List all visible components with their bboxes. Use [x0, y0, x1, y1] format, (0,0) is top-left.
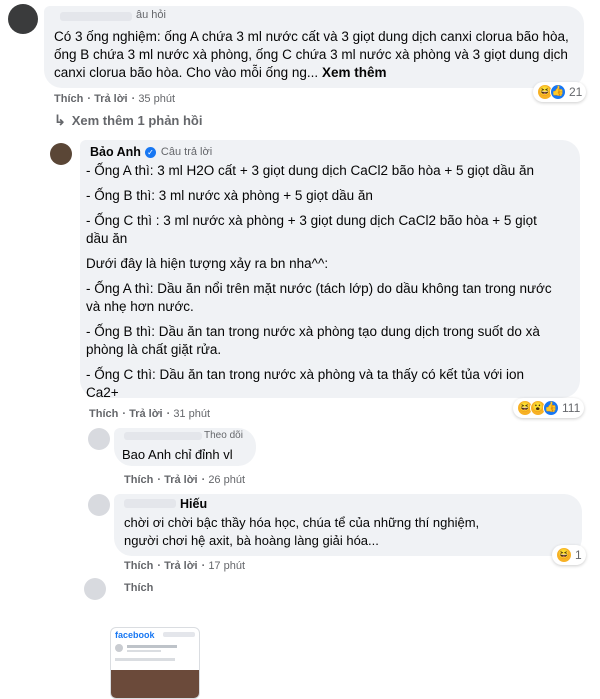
- author-name[interactable]: Hiếu: [180, 497, 207, 511]
- like-icon: 👍: [550, 84, 566, 100]
- comment-text: Có 3 ống nghiệm: ống A chứa 3 ml nước cấ…: [54, 28, 579, 82]
- reply-line: dầu ăn: [86, 231, 128, 246]
- reply-line: - Ống B thì: 3 ml nước xà phòng + 5 giọt…: [86, 188, 373, 203]
- like-icon: 👍: [543, 400, 559, 416]
- reply-line: người chơi hệ axit, bà hoàng làng giải h…: [124, 533, 379, 548]
- thumbnail-avatar: [115, 644, 123, 652]
- like-button[interactable]: Thích: [124, 582, 153, 594]
- author-badge: âu hỏi: [136, 9, 166, 21]
- haha-icon: 😆: [556, 547, 572, 563]
- reply-bubble: Hiếu chời ơi chời bậc thầy hóa học, chúa…: [114, 494, 582, 556]
- reply-actions: Thích · Trả lời · 26 phút: [124, 474, 246, 486]
- reply-button[interactable]: Trả lời: [164, 474, 198, 486]
- reply-line: chời ơi chời bậc thầy hóa học, chúa tể c…: [124, 515, 480, 530]
- like-button[interactable]: Thích: [54, 93, 83, 105]
- follow-link[interactable]: Theo dõi: [204, 430, 243, 441]
- timestamp[interactable]: 17 phút: [208, 560, 245, 572]
- reaction-count: 21: [569, 85, 583, 99]
- comment-bubble: âu hỏi Có 3 ống nghiệm: ống A chứa 3 ml …: [44, 6, 584, 88]
- like-button[interactable]: Thích: [89, 408, 118, 420]
- reply-line: - Ống C thì : 3 ml nước xà phòng + 3 giọ…: [86, 213, 537, 228]
- reply-line: - Ống A thì: 3 ml H2O cất + 3 giọt dung …: [86, 163, 535, 178]
- timestamp[interactable]: 35 phút: [138, 93, 175, 105]
- timestamp[interactable]: 31 phút: [173, 408, 210, 420]
- thumbnail-lines: [127, 645, 177, 648]
- thumbnail-lines: [115, 658, 175, 661]
- author-name-blurred: [124, 432, 202, 440]
- reply-body: chời ơi chời bậc thầy hóa học, chúa tể c…: [124, 514, 574, 550]
- comment-body: Có 3 ống nghiệm: ống A chứa 3 ml nước cấ…: [54, 29, 569, 80]
- reply-bubble: Bảo Anh ✓ Câu trả lời - Ống A thì: 3 ml …: [80, 140, 580, 400]
- reply-bubble: Theo dõi Bao Anh chỉ đỉnh vl: [114, 428, 256, 466]
- reply-text: Bao Anh chỉ đỉnh vl: [122, 447, 233, 462]
- reply-actions: Thích · Trả lời · 17 phút: [124, 560, 246, 572]
- avatar[interactable]: [84, 578, 106, 600]
- author-name[interactable]: Bảo Anh: [90, 145, 141, 159]
- author-name-blurred: [60, 12, 132, 21]
- author-badge: Câu trả lời: [160, 146, 213, 158]
- timestamp[interactable]: 26 phút: [208, 474, 245, 486]
- view-more-replies[interactable]: ↳ Xem thêm 1 phản hồi: [54, 112, 202, 129]
- reply-actions: Thích: [124, 582, 157, 594]
- reaction-summary[interactable]: 😆 1: [552, 545, 586, 565]
- like-button[interactable]: Thích: [124, 560, 153, 572]
- avatar[interactable]: [88, 428, 110, 450]
- reply-arrow-icon: ↳: [54, 112, 66, 128]
- reply-header: Bảo Anh ✓ Câu trả lời: [90, 145, 212, 159]
- reaction-summary[interactable]: 😆 👍 21: [533, 82, 587, 102]
- reply-button[interactable]: Trả lời: [94, 93, 128, 105]
- author-name-blurred: [124, 499, 176, 508]
- reply-line: Dưới đây là hiện tượng xảy ra bn nha^^:: [86, 256, 329, 271]
- like-button[interactable]: Thích: [124, 474, 153, 486]
- reply-line: phòng là chất giặt rửa.: [86, 342, 222, 357]
- attachment-image[interactable]: facebook: [110, 627, 200, 699]
- comment-actions: Thích · Trả lời · 35 phút: [54, 93, 176, 105]
- thumbnail-photo: [111, 670, 199, 698]
- toolbar-icons: [163, 632, 195, 637]
- reply-button[interactable]: Trả lời: [129, 408, 163, 420]
- reply-button[interactable]: Trả lời: [164, 560, 198, 572]
- reaction-summary[interactable]: 😆 😮 👍 111: [513, 398, 585, 418]
- thumbnail-lines: [127, 650, 161, 652]
- reply-line: Ca2+: [86, 385, 119, 400]
- reply-body: - Ống A thì: 3 ml H2O cất + 3 giọt dung …: [86, 162, 576, 402]
- reply-line: - Ống B thì: Dầu ăn tan trong nước xà ph…: [86, 324, 540, 339]
- reply-line: và nhẹ hơn nước.: [86, 299, 194, 314]
- avatar[interactable]: [88, 494, 110, 516]
- see-more-link[interactable]: Xem thêm: [322, 65, 387, 80]
- reply-line: - Ống C thì: Dầu ăn tan trong nước xà ph…: [86, 367, 524, 382]
- verified-icon: ✓: [144, 146, 156, 158]
- reaction-count: 111: [562, 401, 581, 415]
- reply-actions: Thích · Trả lời · 31 phút: [89, 408, 211, 420]
- reply-line: - Ống A thì: Dầu ăn nổi trên mặt nước (t…: [86, 281, 552, 296]
- avatar[interactable]: [50, 143, 72, 165]
- reaction-count: 1: [575, 548, 582, 562]
- facebook-logo: facebook: [115, 630, 155, 640]
- avatar[interactable]: [8, 4, 38, 34]
- view-more-label: Xem thêm 1 phản hồi: [71, 113, 203, 128]
